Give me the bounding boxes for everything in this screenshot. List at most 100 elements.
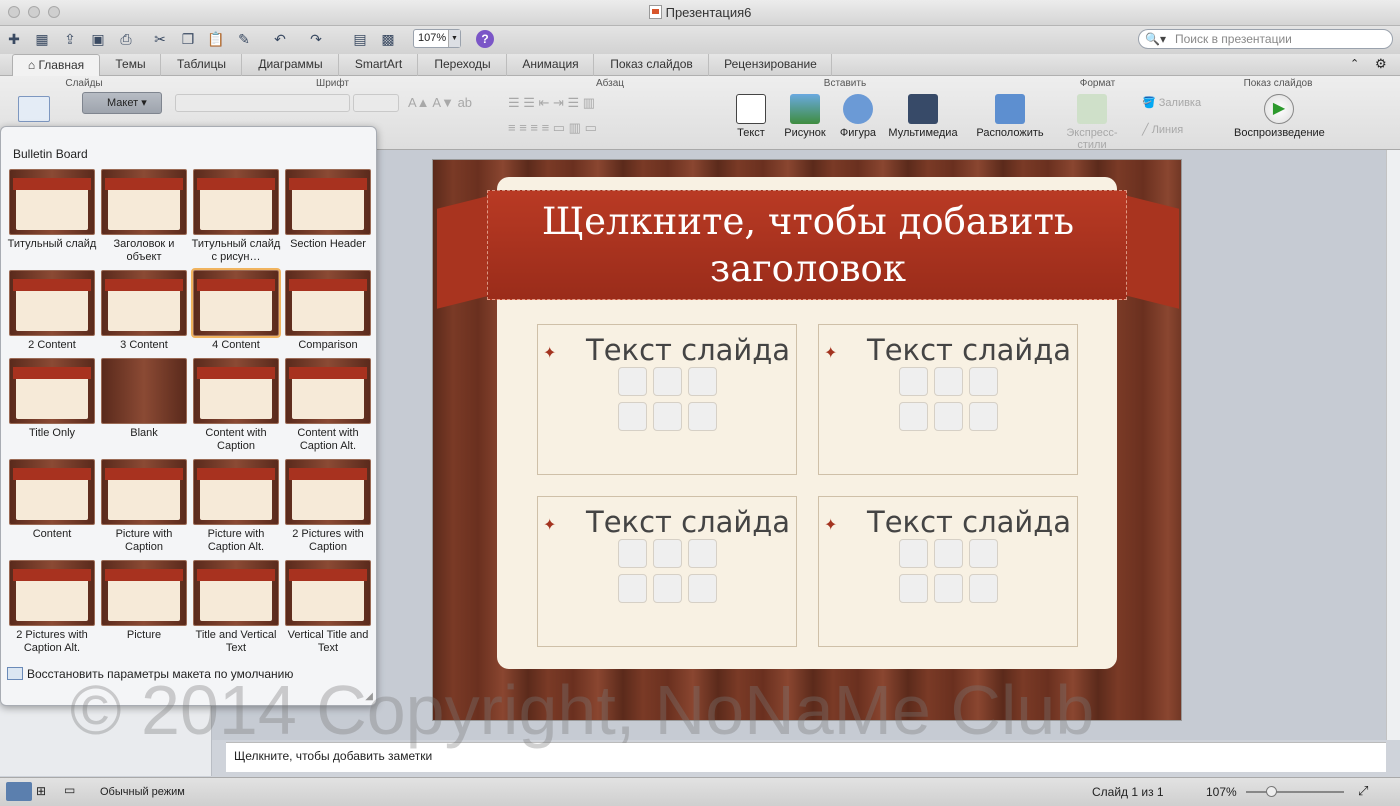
tab-smartart[interactable]: SmartArt	[340, 54, 418, 76]
layout-thumbnail[interactable]	[285, 560, 371, 626]
tab-transitions[interactable]: Переходы	[419, 54, 507, 76]
tab-review[interactable]: Рецензирование	[710, 54, 832, 76]
arrange-button[interactable]: Расположить	[976, 94, 1044, 139]
layout-thumbnail[interactable]	[193, 358, 279, 424]
insert-table-icon[interactable]	[618, 539, 647, 568]
layout-thumbnail[interactable]	[101, 358, 187, 424]
zoom-slider[interactable]	[1246, 791, 1344, 793]
insert-smartart-icon[interactable]	[688, 367, 717, 396]
font-name-field[interactable]	[175, 94, 350, 112]
slide-sorter-view-icon[interactable]: ⊞	[36, 784, 46, 798]
layout-thumbnail[interactable]	[101, 169, 187, 235]
tab-home[interactable]: ⌂ Главная	[12, 54, 100, 76]
search-input[interactable]: 🔍▾ Поиск в презентации	[1138, 29, 1393, 49]
content-placeholder[interactable]: ✦ Текст слайда	[537, 496, 797, 647]
bullets-icon[interactable]: ☰ ☰ ⇤ ⇥ ☰ ▥	[508, 95, 595, 111]
insert-chart-icon[interactable]	[653, 367, 682, 396]
insert-chart-icon[interactable]	[934, 367, 963, 396]
insert-clipart-icon[interactable]	[934, 402, 963, 431]
vertical-scrollbar[interactable]	[1386, 150, 1400, 740]
redo-icon[interactable]: ↷	[306, 29, 326, 49]
content-placeholder[interactable]: ✦ Текст слайда	[818, 324, 1078, 475]
insert-picture-icon[interactable]	[899, 402, 928, 431]
layout-thumbnail[interactable]	[9, 459, 95, 525]
slide[interactable]: Щелкните, чтобы добавить заголовок ✦ Тек…	[432, 159, 1182, 721]
tab-animation[interactable]: Анимация	[508, 54, 594, 76]
layout-thumbnail[interactable]	[9, 358, 95, 424]
insert-media-button[interactable]: Мультимедиа	[888, 94, 958, 139]
layout-thumbnail[interactable]	[101, 270, 187, 336]
insert-text-button[interactable]: Текст	[730, 94, 772, 139]
tab-themes[interactable]: Темы	[101, 54, 161, 76]
reset-layout-button[interactable]: Восстановить параметры макета по умолчан…	[7, 667, 293, 681]
insert-picture-icon[interactable]	[618, 402, 647, 431]
layout-thumbnail[interactable]	[285, 169, 371, 235]
open-icon[interactable]: ⇪	[60, 29, 80, 49]
slideshow-view-icon[interactable]: ▭	[64, 783, 75, 797]
insert-chart-icon[interactable]	[653, 539, 682, 568]
line-button[interactable]: ╱ Линия	[1142, 123, 1183, 136]
insert-movie-icon[interactable]	[688, 402, 717, 431]
gear-icon[interactable]: ⚙	[1375, 56, 1387, 72]
new-slide-icon[interactable]	[18, 96, 50, 122]
insert-smartart-icon[interactable]	[688, 539, 717, 568]
font-grow-icon[interactable]: A▲ A▼ ab	[408, 95, 472, 110]
collapse-ribbon-icon[interactable]: ⌃	[1350, 57, 1359, 70]
insert-clipart-icon[interactable]	[653, 402, 682, 431]
play-slideshow-button[interactable]: ▶ Воспроизведение	[1234, 94, 1325, 139]
insert-table-icon[interactable]	[899, 367, 928, 396]
quick-styles-button[interactable]: Экспресс-стили	[1052, 94, 1132, 151]
print-icon[interactable]: ⎙	[116, 29, 136, 49]
insert-movie-icon[interactable]	[969, 574, 998, 603]
font-size-field[interactable]	[353, 94, 399, 112]
resize-grip-icon[interactable]: ◢	[365, 691, 373, 702]
help-icon[interactable]: ?	[476, 30, 494, 48]
layout-thumbnail[interactable]	[193, 560, 279, 626]
paste-icon[interactable]: 📋	[206, 29, 226, 49]
layout-thumbnail[interactable]	[9, 169, 95, 235]
zoom-slider-thumb[interactable]	[1266, 786, 1277, 797]
save-icon[interactable]: ▣	[88, 29, 108, 49]
insert-picture-icon[interactable]	[899, 574, 928, 603]
insert-picture-button[interactable]: Рисунок	[782, 94, 828, 139]
tab-tables[interactable]: Таблицы	[162, 54, 242, 76]
insert-smartart-icon[interactable]	[969, 539, 998, 568]
insert-picture-icon[interactable]	[618, 574, 647, 603]
new-document-icon[interactable]: ✚	[4, 29, 24, 49]
insert-smartart-icon[interactable]	[969, 367, 998, 396]
slide-title[interactable]: Щелкните, чтобы добавить заголовок	[493, 198, 1123, 292]
content-placeholder[interactable]: ✦ Текст слайда	[818, 496, 1078, 647]
insert-shape-button[interactable]: Фигура	[838, 94, 878, 139]
media-browser-icon[interactable]: ▩	[378, 29, 398, 49]
layout-button[interactable]: Макет ▾	[82, 92, 162, 114]
layout-thumbnail[interactable]	[9, 270, 95, 336]
fill-button[interactable]: 🪣 Заливка	[1142, 96, 1201, 109]
notes-field[interactable]: Щелкните, чтобы добавить заметки	[226, 742, 1386, 772]
layout-thumbnail[interactable]	[101, 459, 187, 525]
insert-chart-icon[interactable]	[934, 539, 963, 568]
layout-thumbnail[interactable]	[101, 560, 187, 626]
layout-thumbnail[interactable]	[285, 459, 371, 525]
layout-thumbnail[interactable]	[9, 560, 95, 626]
zoom-select[interactable]: 107% ▼	[413, 29, 461, 48]
layout-thumbnail[interactable]	[285, 358, 371, 424]
layout-thumbnail[interactable]	[191, 268, 281, 338]
fit-to-window-icon[interactable]: ⤢	[1358, 783, 1368, 799]
insert-table-icon[interactable]	[618, 367, 647, 396]
slide-sorter-icon[interactable]: ▤	[350, 29, 370, 49]
tab-charts[interactable]: Диаграммы	[243, 54, 339, 76]
align-icon[interactable]: ≡ ≡ ≡ ≡ ▭ ▥ ▭	[508, 120, 597, 136]
normal-view-icon[interactable]	[6, 782, 32, 801]
insert-clipart-icon[interactable]	[934, 574, 963, 603]
format-painter-icon[interactable]: ✎	[234, 29, 254, 49]
copy-icon[interactable]: ❐	[178, 29, 198, 49]
insert-movie-icon[interactable]	[969, 402, 998, 431]
layout-thumbnail[interactable]	[285, 270, 371, 336]
insert-movie-icon[interactable]	[688, 574, 717, 603]
insert-table-icon[interactable]	[899, 539, 928, 568]
insert-clipart-icon[interactable]	[653, 574, 682, 603]
layout-thumbnail[interactable]	[193, 169, 279, 235]
content-placeholder[interactable]: ✦ Текст слайда	[537, 324, 797, 475]
gallery-icon[interactable]: ▦	[32, 29, 52, 49]
layout-thumbnail[interactable]	[193, 459, 279, 525]
